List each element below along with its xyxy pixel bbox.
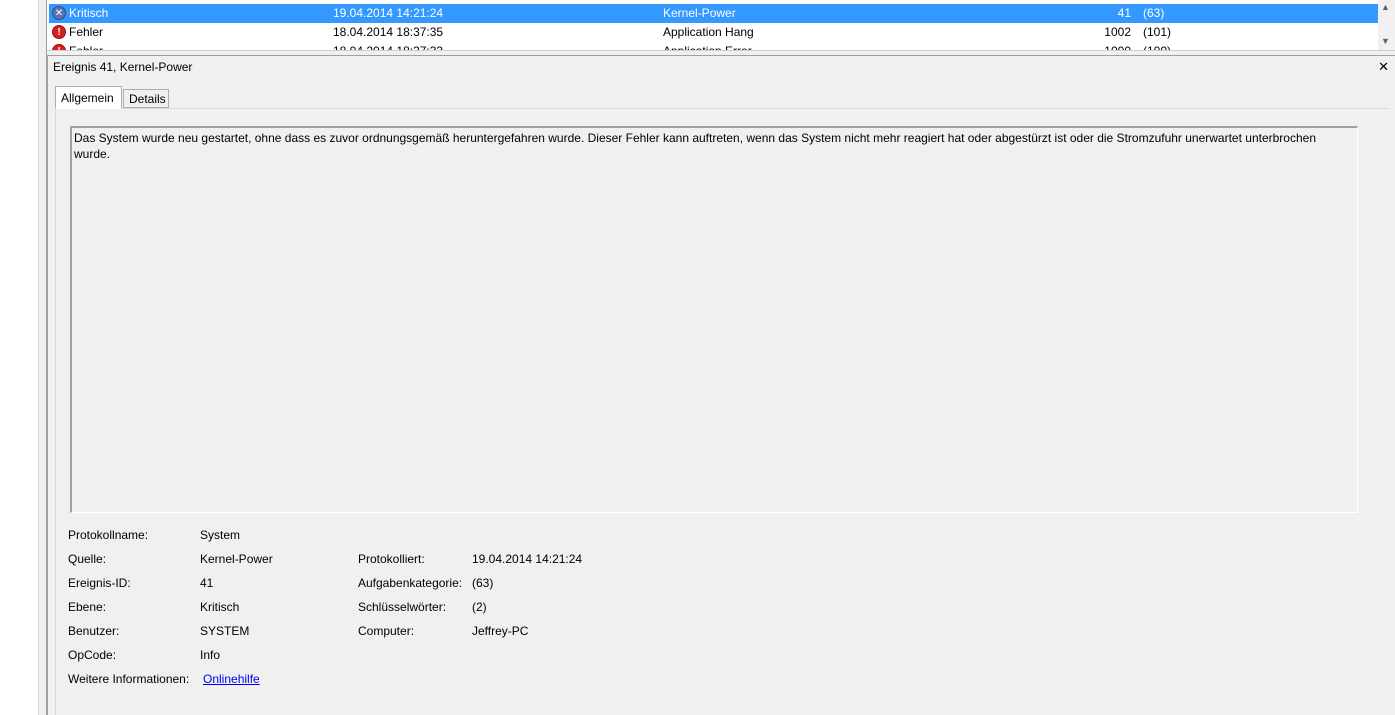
task-category-label: Aufgabenkategorie: — [358, 576, 463, 590]
event-list: ✕ Kritisch 19.04.2014 14:21:24 Kernel-Po… — [47, 0, 1395, 50]
source-value: Kernel-Power — [200, 552, 273, 566]
event-date: 18.04.2014 18:37:33 — [333, 42, 443, 50]
critical-icon: ✕ — [52, 6, 66, 20]
opcode-label: OpCode: — [68, 648, 117, 662]
event-source: Application Error — [663, 42, 752, 50]
navigation-pane — [0, 0, 39, 715]
event-id: 41 — [1117, 6, 1131, 20]
opcode-value: Info — [200, 648, 221, 662]
tab-panel-allgemein: Das System wurde neu gestartet, ohne das… — [55, 108, 1389, 715]
detail-title: Ereignis 41, Kernel-Power — [53, 60, 193, 74]
logged-value: 19.04.2014 14:21:24 — [472, 552, 583, 566]
close-icon[interactable]: ✕ — [1378, 56, 1389, 78]
detail-header: Ereignis 41, Kernel-Power ✕ — [48, 56, 1395, 78]
user-value: SYSTEM — [200, 624, 250, 638]
computer-label: Computer: — [358, 624, 415, 638]
level-label: Ebene: — [68, 600, 107, 614]
event-row[interactable]: ✕ Kritisch 19.04.2014 14:21:24 Kernel-Po… — [49, 4, 1380, 23]
scroll-down-icon[interactable]: ▼ — [1381, 36, 1390, 46]
event-id: 1000 — [1079, 42, 1131, 50]
event-row[interactable]: ! Fehler 18.04.2014 18:37:33 Application… — [49, 42, 1380, 50]
tab-allgemein[interactable]: Allgemein — [55, 86, 122, 109]
event-source: Application Hang — [663, 25, 754, 39]
source-label: Quelle: — [68, 552, 107, 566]
log-name-label: Protokollname: — [68, 528, 149, 542]
error-icon: ! — [52, 25, 66, 39]
event-level: Fehler — [69, 25, 104, 39]
computer-value: Jeffrey-PC — [472, 624, 529, 638]
event-source: Kernel-Power — [663, 6, 736, 20]
event-level: Kritisch — [69, 6, 109, 20]
keywords-label: Schlüsselwörter: — [358, 600, 447, 614]
online-help-link[interactable]: Onlinehilfe — [203, 671, 260, 687]
event-date: 19.04.2014 14:21:24 — [333, 6, 444, 20]
event-date: 18.04.2014 18:37:35 — [333, 25, 444, 39]
logged-label: Protokolliert: — [358, 552, 425, 566]
log-name-value: System — [200, 528, 241, 542]
tab-details[interactable]: Details — [123, 89, 169, 108]
more-info-label: Weitere Informationen: — [68, 672, 190, 686]
event-id: 1002 — [1104, 25, 1131, 39]
level-value: Kritisch — [200, 600, 240, 614]
keywords-value: (2) — [472, 600, 487, 614]
event-category: (63) — [1143, 6, 1165, 20]
event-list-scrollbar[interactable]: ▲ ▼ — [1378, 0, 1395, 50]
task-category-value: (63) — [472, 576, 494, 590]
event-description[interactable]: Das System wurde neu gestartet, ohne das… — [70, 126, 1358, 513]
event-id-value: 41 — [200, 576, 214, 590]
event-row[interactable]: ! Fehler 18.04.2014 18:37:35 Application… — [49, 23, 1380, 42]
event-category: (101) — [1143, 25, 1172, 39]
event-level: Fehler — [69, 42, 103, 50]
scroll-up-icon[interactable]: ▲ — [1381, 2, 1390, 12]
user-label: Benutzer: — [68, 624, 120, 638]
pane-splitter-vertical[interactable] — [39, 0, 47, 715]
event-id-label: Ereignis-ID: — [68, 576, 131, 590]
event-category: (100) — [1143, 42, 1171, 50]
event-detail-pane: Ereignis 41, Kernel-Power ✕ Allgemein De… — [47, 56, 1395, 715]
